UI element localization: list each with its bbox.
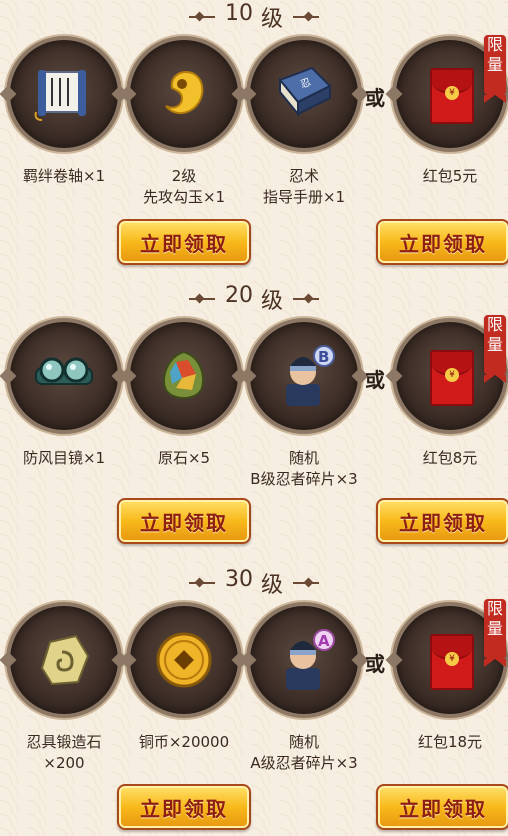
claim-alt-button[interactable]: 立即领取: [376, 219, 508, 265]
limited-badge: 限量: [484, 35, 506, 103]
ornament-icon: [188, 578, 215, 588]
svg-text:A: A: [318, 632, 330, 650]
ornament-icon: [293, 294, 319, 304]
level-number: 30: [224, 567, 253, 592]
ore-stone-icon: [163, 350, 204, 399]
level-20-section: 20 级 防风目镜×1 原石×5 B 随机 B级忍者碎片×3 或 ¥ 限量 红包…: [0, 282, 508, 552]
or-label: 或: [365, 86, 385, 110]
level-number: 20: [224, 283, 253, 308]
level-suffix: 级: [260, 573, 283, 598]
reward-slot: [10, 40, 118, 148]
claim-alt-button[interactable]: 立即领取: [376, 498, 508, 544]
ornament-icon: [188, 294, 215, 304]
level-title: 20 级: [0, 283, 508, 314]
ninja-manual-icon: 忍: [278, 66, 332, 117]
or-label: 或: [365, 368, 385, 392]
alt-reward-name: 红包5元: [422, 167, 478, 185]
or-label: 或: [365, 652, 385, 676]
claim-button[interactable]: 立即领取: [117, 784, 251, 830]
level-title: 30 级: [0, 567, 508, 598]
ninja-a-icon: A: [286, 629, 335, 690]
copper-coin-icon: [156, 632, 212, 688]
red-envelope-icon: ¥: [418, 344, 482, 408]
reward-slot: A: [250, 606, 358, 714]
ornament-icon: [293, 12, 319, 22]
level-suffix: 级: [260, 289, 283, 314]
claim-button[interactable]: 立即领取: [117, 498, 251, 544]
goggles-icon: [35, 357, 93, 385]
level-suffix: 级: [260, 7, 283, 32]
red-envelope-icon: ¥: [418, 62, 482, 126]
reward-slot: [10, 322, 118, 430]
reward-name: 忍术 指导手册×1: [262, 167, 346, 206]
scroll-icon: [34, 70, 86, 121]
level-number: 10: [224, 1, 253, 26]
forge-stone-icon: [40, 634, 90, 686]
reward-slot: [130, 606, 238, 714]
ornament-icon: [293, 578, 319, 588]
reward-slot: [130, 40, 238, 148]
alt-reward-name: 红包18元: [417, 733, 483, 751]
level-30-section: 30 级 忍具锻造石 ×200 铜币×20000 A 随机 A级忍者碎片×3 或…: [0, 566, 508, 836]
claim-alt-button[interactable]: 立即领取: [376, 784, 508, 830]
alt-reward-name: 红包8元: [422, 449, 478, 467]
claim-button[interactable]: 立即领取: [117, 219, 251, 265]
reward-slot: [130, 322, 238, 430]
limited-badge: 限量: [484, 315, 506, 383]
level-10-section: 10 级 羁绊卷轴×1 2级 先攻勾玉×1 忍 忍术 指导手册×1 或 ¥ 限量…: [0, 0, 508, 270]
reward-slot: 忍: [250, 40, 358, 148]
ornament-icon: [188, 12, 215, 22]
reward-slot: B: [250, 322, 358, 430]
reward-slot: [10, 606, 118, 714]
svg-text:B: B: [318, 348, 329, 366]
limited-badge: 限量: [484, 599, 506, 667]
ninja-b-icon: B: [286, 345, 335, 406]
reward-name: 随机 A级忍者碎片×3: [250, 733, 358, 772]
magatama-icon: [165, 70, 204, 114]
red-envelope-icon: ¥: [418, 628, 482, 692]
reward-name: 随机 B级忍者碎片×3: [250, 449, 358, 488]
level-title: 10 级: [0, 1, 508, 32]
